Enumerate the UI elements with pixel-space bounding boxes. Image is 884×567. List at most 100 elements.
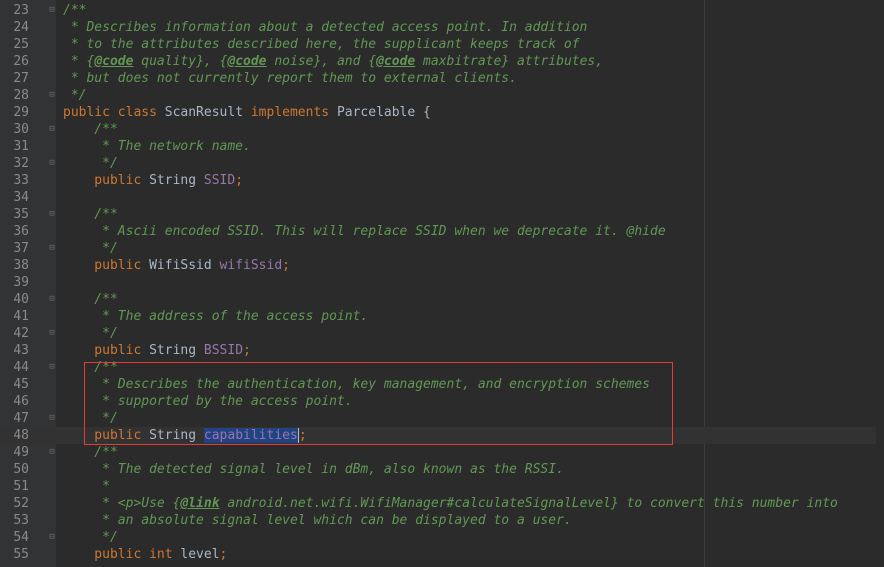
code-token: String [149, 173, 204, 188]
code-line[interactable]: 44 ⊟ /** [0, 359, 884, 376]
code-line[interactable]: 23 ⊟ /** [0, 2, 884, 19]
code-editor[interactable]: 23 ⊟/** 24 * Describes information about a… [0, 0, 884, 567]
code-line[interactable]: 37 ⊟ */ [0, 240, 884, 257]
code-line[interactable]: 49 ⊟ /** [0, 444, 884, 461]
code-line[interactable]: 40 ⊟ /** [0, 291, 884, 308]
code-text[interactable]: public String BSSID; [63, 342, 251, 359]
code-line[interactable]: 39 [0, 274, 884, 291]
line-number: 30 [13, 122, 29, 137]
code-line[interactable]: 33 public String SSID; [0, 172, 884, 189]
fold-toggle-icon[interactable]: ⊟ [46, 206, 58, 223]
code-token: * but does not currently report them to … [63, 71, 517, 86]
code-text[interactable]: public String capabilities; [63, 427, 307, 444]
code-text[interactable]: /** [63, 206, 118, 223]
code-text[interactable]: public String SSID; [63, 172, 243, 189]
code-text[interactable]: * <p>Use {@link android.net.wifi.WifiMan… [63, 495, 838, 512]
code-token: /** [63, 207, 118, 222]
code-text[interactable]: public int level; [63, 546, 227, 563]
fold-toggle-icon[interactable]: ⊟ [46, 325, 58, 342]
code-token: * Describes information about a detected… [63, 20, 588, 35]
code-line[interactable]: 53 * an absolute signal level which can … [0, 512, 884, 529]
code-token: * <p>Use { [63, 496, 181, 511]
editor-scrollbar[interactable] [876, 0, 884, 567]
code-line[interactable]: 26 * {@code quality}, {@code noise}, and… [0, 53, 884, 70]
code-line[interactable]: 35 ⊟ /** [0, 206, 884, 223]
code-text[interactable]: public class ScanResult implements Parce… [63, 104, 431, 121]
fold-toggle-icon[interactable]: ⊟ [46, 444, 58, 461]
line-number: 27 [13, 71, 29, 86]
line-number: 47 [13, 411, 29, 426]
fold-toggle-icon[interactable]: ⊟ [46, 529, 58, 546]
code-text[interactable]: /** [63, 359, 118, 376]
line-number: 43 [13, 343, 29, 358]
code-line[interactable]: 29 public class ScanResult implements Par… [0, 104, 884, 121]
code-text[interactable]: * to the attributes described here, the … [63, 36, 580, 53]
code-text[interactable]: * The address of the access point. [63, 308, 368, 325]
code-text[interactable]: public WifiSsid wifiSsid; [63, 257, 290, 274]
code-line[interactable]: 41 * The address of the access point. [0, 308, 884, 325]
line-number: 32 [13, 156, 29, 171]
code-text[interactable]: * Describes the authentication, key mana… [63, 376, 650, 393]
code-text[interactable]: * Describes information about a detected… [63, 19, 588, 36]
code-text[interactable]: /** [63, 121, 118, 138]
code-line[interactable]: 38 public WifiSsid wifiSsid; [0, 257, 884, 274]
code-token: * [63, 479, 110, 494]
code-text[interactable]: * an absolute signal level which can be … [63, 512, 572, 529]
code-text[interactable]: * but does not currently report them to … [63, 70, 517, 87]
code-text[interactable]: /** [63, 444, 118, 461]
line-number: 40 [13, 292, 29, 307]
fold-toggle-icon[interactable]: ⊟ [46, 121, 58, 138]
code-line[interactable]: 32 ⊟ */ [0, 155, 884, 172]
fold-toggle-icon[interactable]: ⊟ [46, 359, 58, 376]
code-line[interactable]: 47 ⊟ */ [0, 410, 884, 427]
fold-toggle-icon[interactable]: ⊟ [46, 87, 58, 104]
code-text[interactable]: * {@code quality}, {@code noise}, and {@… [63, 53, 603, 70]
code-line[interactable]: 51 * [0, 478, 884, 495]
code-line[interactable]: 27 * but does not currently report them … [0, 70, 884, 87]
fold-toggle-icon[interactable]: ⊟ [46, 291, 58, 308]
code-text[interactable]: * The network name. [63, 138, 251, 155]
code-line[interactable]: 25 * to the attributes described here, t… [0, 36, 884, 53]
code-line[interactable]: 52 * <p>Use {@link android.net.wifi.Wifi… [0, 495, 884, 512]
code-line[interactable]: 31 * The network name. [0, 138, 884, 155]
code-text[interactable]: */ [63, 155, 118, 172]
code-text[interactable]: * [63, 478, 110, 495]
fold-toggle-icon[interactable]: ⊟ [46, 240, 58, 257]
fold-toggle-icon[interactable]: ⊟ [46, 2, 58, 19]
line-number: 49 [13, 445, 29, 460]
code-text[interactable]: */ [63, 240, 118, 257]
code-line[interactable]: 28 ⊟ */ [0, 87, 884, 104]
code-token: public [63, 428, 150, 443]
code-line[interactable]: 24 * Describes information about a detec… [0, 19, 884, 36]
code-token: * supported by the access point. [63, 394, 353, 409]
code-line[interactable]: 48 public String capabilities; [0, 427, 884, 444]
code-token: implements [250, 105, 337, 120]
code-text[interactable]: */ [63, 87, 87, 104]
fold-toggle-icon[interactable]: ⊟ [46, 410, 58, 427]
code-line[interactable]: 46 * supported by the access point. [0, 393, 884, 410]
code-line[interactable]: 42 ⊟ */ [0, 325, 884, 342]
fold-toggle-icon[interactable]: ⊟ [46, 155, 58, 172]
code-token: /** [63, 360, 118, 375]
line-number: 29 [13, 105, 29, 120]
code-token: android.net.wifi.WifiManager#calculateSi… [219, 496, 838, 511]
code-text[interactable]: * The detected signal level in dBm, also… [63, 461, 564, 478]
code-line[interactable]: 55 public int level; [0, 546, 884, 563]
code-line[interactable]: 30 ⊟ /** [0, 121, 884, 138]
line-number: 51 [13, 479, 29, 494]
code-line[interactable]: 54 ⊟ */ [0, 529, 884, 546]
code-text[interactable]: */ [63, 325, 118, 342]
code-line[interactable]: 34 [0, 189, 884, 206]
code-token: */ [63, 326, 118, 341]
code-text[interactable]: * Ascii encoded SSID. This will replace … [63, 223, 666, 240]
code-text[interactable]: /** [63, 291, 118, 308]
code-line[interactable]: 43 public String BSSID; [0, 342, 884, 359]
code-line[interactable]: 50 * The detected signal level in dBm, a… [0, 461, 884, 478]
code-text[interactable]: * supported by the access point. [63, 393, 353, 410]
code-line[interactable]: 36 * Ascii encoded SSID. This will repla… [0, 223, 884, 240]
code-text[interactable]: */ [63, 529, 118, 546]
code-text[interactable]: */ [63, 410, 118, 427]
code-text[interactable]: /** [63, 2, 86, 19]
line-number: 54 [13, 530, 29, 545]
code-line[interactable]: 45 * Describes the authentication, key m… [0, 376, 884, 393]
